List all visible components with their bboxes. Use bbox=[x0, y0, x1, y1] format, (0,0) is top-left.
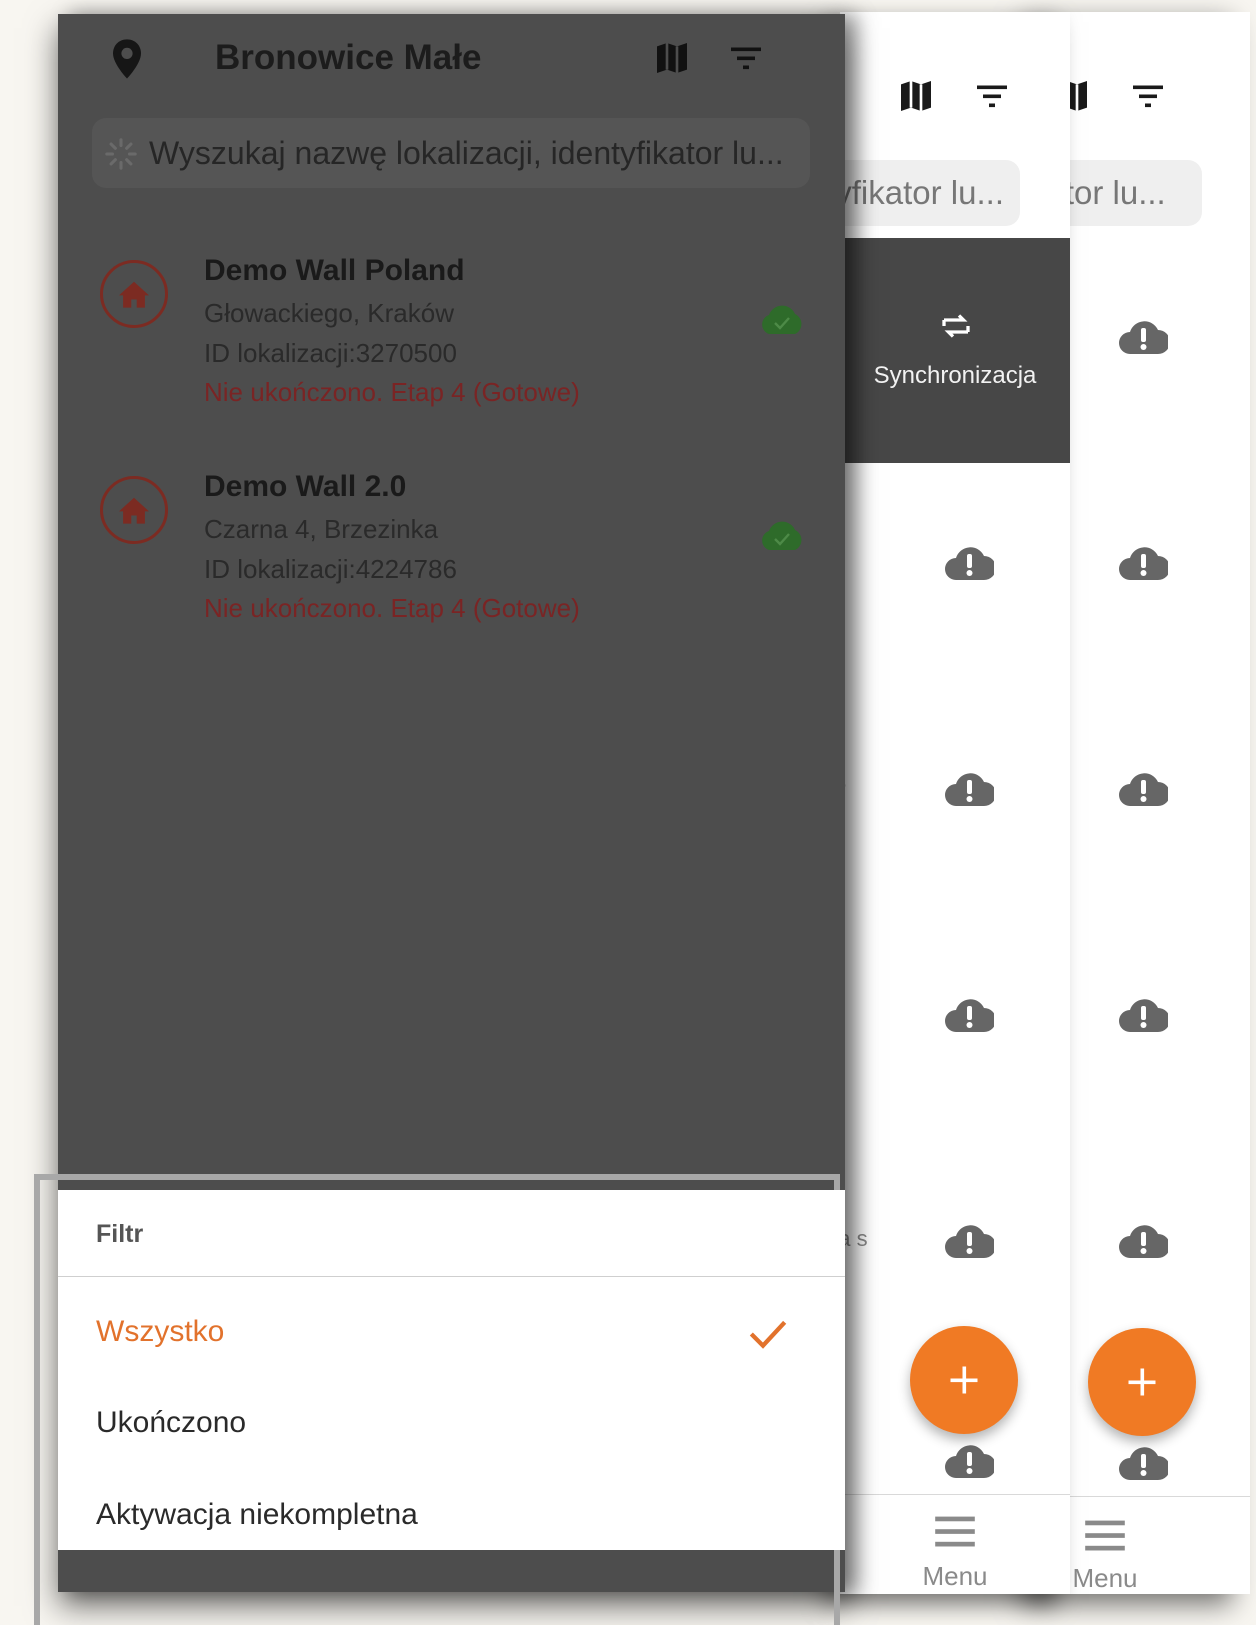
cloud-alert-icon bbox=[944, 994, 996, 1039]
filter-sheet: Filtr Wszystko Ukończono Aktywacja nieko… bbox=[58, 1190, 845, 1550]
cloud-alert-icon bbox=[944, 1220, 996, 1265]
add-button[interactable] bbox=[1088, 1328, 1196, 1436]
check-icon bbox=[749, 1320, 787, 1349]
mid-screen: yfikator lu... Synchronizacja d e ga s M… bbox=[840, 12, 1070, 1594]
home-icon bbox=[119, 281, 149, 308]
filter-option-label: Aktywacja niekompletna bbox=[96, 1498, 418, 1531]
location-name: Demo Wall 2.0 bbox=[204, 470, 407, 503]
sync-icon bbox=[942, 314, 970, 338]
filter-option-incomplete-activation[interactable]: Aktywacja niekompletna bbox=[96, 1498, 418, 1532]
menu-icon bbox=[935, 1516, 975, 1547]
map-icon[interactable] bbox=[652, 38, 692, 78]
cloud-alert-icon bbox=[1118, 1442, 1170, 1487]
cloud-alert-icon bbox=[1118, 542, 1170, 587]
cloud-alert-icon bbox=[1118, 1220, 1170, 1265]
back-screen: kator lu... Menu bbox=[1040, 12, 1250, 1594]
filter-sheet-title: Filtr bbox=[96, 1220, 144, 1248]
cloud-alert-icon bbox=[944, 768, 996, 813]
loading-spinner-icon bbox=[105, 138, 137, 170]
filter-option-label: Ukończono bbox=[96, 1406, 247, 1439]
search-input[interactable]: yfikator lu... bbox=[840, 160, 1020, 226]
location-pin-icon bbox=[110, 38, 144, 80]
add-icon bbox=[1128, 1368, 1156, 1396]
menu-label: Menu bbox=[922, 1561, 988, 1591]
filter-icon[interactable] bbox=[726, 40, 766, 76]
filter-icon[interactable] bbox=[972, 78, 1012, 114]
sync-action[interactable]: Synchronizacja bbox=[840, 238, 1070, 463]
page-title: Bronowice Małe bbox=[215, 38, 482, 77]
bottom-nav: Menu bbox=[1040, 1496, 1250, 1594]
add-button[interactable] bbox=[910, 1326, 1018, 1434]
search-input[interactable]: Wyszukaj nazwę lokalizacji, identyfikato… bbox=[92, 118, 810, 188]
filter-option-all[interactable]: Wszystko bbox=[96, 1315, 224, 1349]
cloud-done-icon bbox=[762, 521, 802, 550]
list-item[interactable]: Demo Wall Poland Głowackiego, Kraków ID … bbox=[58, 240, 845, 440]
menu-icon bbox=[1085, 1520, 1125, 1551]
filter-option-label: Wszystko bbox=[96, 1315, 225, 1348]
sync-label: Synchronizacja bbox=[873, 362, 1037, 389]
add-icon bbox=[950, 1366, 978, 1394]
location-avatar bbox=[100, 260, 168, 328]
filter-icon[interactable] bbox=[1128, 78, 1168, 114]
location-address: Głowackiego, Kraków bbox=[204, 298, 454, 328]
cloud-alert-icon bbox=[944, 542, 996, 587]
map-icon[interactable] bbox=[896, 76, 936, 116]
cloud-alert-icon bbox=[1118, 768, 1170, 813]
cloud-alert-icon bbox=[944, 1440, 996, 1485]
location-name: Demo Wall Poland bbox=[204, 254, 465, 287]
location-avatar bbox=[100, 476, 168, 544]
home-icon bbox=[119, 497, 149, 524]
location-status: Nie ukończono. Etap 4 (Gotowe) bbox=[204, 593, 580, 623]
bottom-nav: Menu bbox=[840, 1494, 1070, 1594]
divider bbox=[58, 1276, 845, 1277]
location-id: ID lokalizacji:4224786 bbox=[204, 554, 457, 584]
location-status: Nie ukończono. Etap 4 (Gotowe) bbox=[204, 377, 580, 407]
list-item[interactable]: Demo Wall 2.0 Czarna 4, Brzezinka ID lok… bbox=[58, 456, 845, 656]
location-id: ID lokalizacji:3270500 bbox=[204, 338, 457, 368]
search-fragment: yfikator lu... bbox=[840, 174, 1004, 211]
location-address: Czarna 4, Brzezinka bbox=[204, 514, 439, 544]
filter-option-completed[interactable]: Ukończono bbox=[96, 1406, 246, 1440]
menu-nav-item[interactable]: Menu bbox=[880, 1495, 1030, 1594]
cloud-done-icon bbox=[762, 305, 802, 334]
search-placeholder: Wyszukaj nazwę lokalizacji, identyfikato… bbox=[149, 135, 784, 171]
cloud-alert-icon bbox=[1118, 994, 1170, 1039]
cloud-alert-icon bbox=[1118, 316, 1170, 361]
